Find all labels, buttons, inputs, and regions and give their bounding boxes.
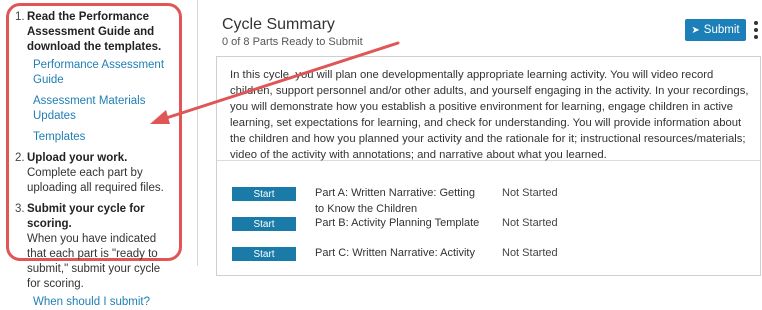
cycle-panel: In this cycle, you will plan one develop… bbox=[216, 56, 761, 276]
submit-label: Submit bbox=[703, 24, 740, 36]
parts-ready-count: 0 of 8 Parts Ready to Submit bbox=[222, 36, 363, 48]
step-description: Complete each part by uploading all requ… bbox=[27, 167, 164, 194]
step-2: 2. Upload your work. Complete each part … bbox=[15, 151, 171, 196]
step-title: Submit your cycle for scoring. bbox=[27, 203, 145, 230]
page-title: Cycle Summary bbox=[222, 16, 335, 33]
submit-button[interactable]: ➤ Submit bbox=[685, 19, 746, 41]
step-number: 3. bbox=[15, 203, 25, 215]
part-name: Part A: Written Narrative: Getting to Kn… bbox=[315, 187, 475, 215]
link-templates[interactable]: Templates bbox=[33, 130, 171, 145]
link-performance-assessment-guide[interactable]: Performance Assessment Guide bbox=[33, 58, 171, 88]
download-links: Performance Assessment Guide Assessment … bbox=[33, 58, 171, 145]
start-part-a-button[interactable]: Start bbox=[232, 187, 296, 201]
cycle-description: In this cycle, you will plan one develop… bbox=[217, 57, 760, 161]
start-part-b-button[interactable]: Start bbox=[232, 217, 296, 231]
part-row: Start Part A: Written Narrative: Getting… bbox=[232, 185, 752, 215]
step-3: 3. Submit your cycle for scoring. When y… bbox=[15, 202, 171, 310]
step-number: 1. bbox=[15, 11, 25, 23]
parts-list: Start Part A: Written Narrative: Getting… bbox=[232, 185, 752, 275]
start-part-c-button[interactable]: Start bbox=[232, 247, 296, 261]
part-row: Start Part C: Written Narrative: Activit… bbox=[232, 245, 752, 275]
step-1: 1. Read the Performance Assessment Guide… bbox=[15, 10, 171, 145]
link-when-to-submit[interactable]: When should I submit? bbox=[33, 295, 171, 310]
step-title: Upload your work. bbox=[27, 152, 128, 164]
step-title: Read the Performance Assessment Guide an… bbox=[27, 11, 162, 53]
part-name: Part C: Written Narrative: Activity bbox=[315, 247, 475, 259]
step-number: 2. bbox=[15, 152, 25, 164]
part-status: Not Started bbox=[502, 247, 558, 259]
more-vertical-icon[interactable] bbox=[752, 18, 760, 42]
step-description: When you have indicated that each part i… bbox=[27, 233, 161, 290]
link-assessment-materials-updates[interactable]: Assessment Materials Updates bbox=[33, 94, 171, 124]
part-status: Not Started bbox=[502, 187, 558, 199]
part-row: Start Part B: Activity Planning Template… bbox=[232, 215, 752, 245]
instructions-sidebar: 1. Read the Performance Assessment Guide… bbox=[6, 3, 182, 308]
cycle-summary-main: Cycle Summary 0 of 8 Parts Ready to Subm… bbox=[197, 0, 762, 276]
part-name: Part B: Activity Planning Template bbox=[315, 217, 480, 229]
paper-plane-icon: ➤ bbox=[691, 24, 700, 36]
part-status: Not Started bbox=[502, 217, 558, 229]
